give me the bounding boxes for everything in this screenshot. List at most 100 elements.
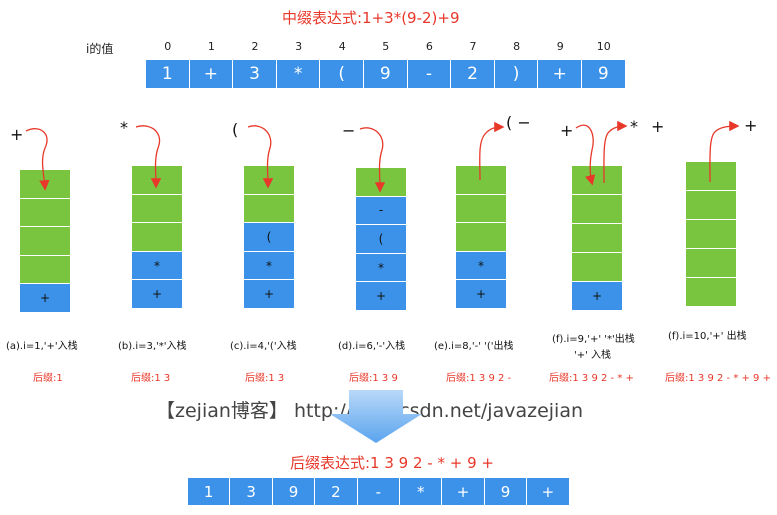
infix-cell: ) [494, 60, 539, 88]
postfix-cell: 3 [230, 478, 273, 505]
index-value: 6 [425, 40, 433, 53]
suffix-result: 后缀:1 3 [245, 373, 285, 384]
index-value: 5 [382, 40, 390, 53]
postfix-cell: * [400, 478, 443, 505]
step-caption: (e).i=8,'-' '('出栈 [434, 341, 514, 352]
operator-stack [686, 162, 736, 307]
stack-slot-empty [686, 191, 736, 220]
postfix-cell: 9 [484, 478, 528, 505]
postfix-cell: - [357, 478, 400, 505]
operator-stack: * + [132, 166, 182, 309]
stack-slot: * [456, 251, 506, 281]
stack-slot: * [132, 251, 182, 281]
postfix-cell: 9 [272, 478, 316, 505]
step-caption: (f).i=9,'+' '*'出栈 [552, 334, 635, 345]
infix-cell: + [538, 60, 582, 88]
infix-cell: ( [320, 60, 364, 88]
index-value: 1 [207, 40, 215, 53]
stack-slot: + [132, 280, 182, 309]
operator-symbol: ( − [506, 113, 531, 132]
stack-slot-empty [686, 278, 736, 307]
step-caption: (a).i=1,'+'入栈 [6, 341, 78, 352]
operator-stack: -(* + [356, 168, 406, 311]
stack-slot: - [356, 196, 406, 226]
stack-slot-empty [244, 166, 294, 195]
stack-slot-empty [132, 223, 182, 252]
stack-slot: + [356, 282, 406, 311]
watermark-text: 【zejian博客】 http://blog.csdn.net/javazeji… [156, 400, 583, 422]
operator-symbol: + [10, 125, 24, 144]
stack-slot-empty [456, 223, 506, 252]
operator-symbol: + [744, 116, 758, 135]
stack-slot: * [356, 253, 406, 283]
suffix-result: 后缀:1 3 9 2 - [446, 373, 512, 384]
index-value: 0 [164, 40, 172, 53]
suffix-result: 后缀:1 3 9 2 - * + 9 + [665, 373, 771, 384]
index-value: 4 [338, 40, 346, 53]
infix-cell: 1 [146, 60, 190, 88]
index-value: 2 [251, 40, 259, 53]
stack-slot-empty [572, 195, 622, 224]
stack-slot-empty [572, 253, 622, 282]
step-caption: (b).i=3,'*'入栈 [118, 341, 187, 352]
postfix-cell: 2 [315, 478, 358, 505]
postfix-cell: + [527, 478, 570, 505]
infix-cell: 9 [364, 60, 408, 88]
stack-slot: ( [244, 223, 294, 252]
operator-stack: + [20, 170, 70, 313]
stack-slot-empty [572, 224, 622, 253]
infix-cell: 2 [451, 60, 495, 88]
stack-slot-empty [572, 166, 622, 195]
infix-cell: * [276, 60, 321, 88]
operator-stack: (* + [244, 166, 294, 309]
operator-stack: + [572, 166, 622, 311]
stack-slot-empty [686, 162, 736, 191]
infix-cell: 3 [233, 60, 277, 88]
stack-slot-empty [132, 194, 182, 224]
stack-slot-empty [20, 170, 70, 199]
suffix-result: 后缀:1 3 [131, 373, 171, 384]
infix-title: 中缀表达式:1+3*(9-2)+9 [282, 9, 460, 27]
stack-slot-empty [20, 198, 70, 228]
index-value: 8 [513, 40, 521, 53]
stack-slot: + [572, 282, 622, 311]
suffix-result: 后缀:1 3 9 [349, 373, 398, 384]
stack-slot: + [244, 280, 294, 309]
stack-slot-empty [686, 249, 736, 278]
stack-slot-empty [456, 194, 506, 224]
operator-symbol: − [342, 121, 356, 140]
infix-cell: - [407, 60, 452, 88]
stack-slot: ( [356, 225, 406, 254]
postfix-title: 后缀表达式:1 3 9 2 - * + 9 + [290, 454, 494, 472]
stack-slot-empty [132, 166, 182, 195]
operator-symbol: ( [232, 120, 239, 139]
stack-slot-empty [20, 227, 70, 256]
step-caption-line2: '+' 入栈 [574, 350, 612, 361]
index-value: 9 [556, 40, 564, 53]
stack-slot-empty [356, 168, 406, 197]
operator-stack: * + [456, 166, 506, 309]
postfix-cell: 1 [188, 478, 231, 505]
operator-symbol: * [120, 118, 128, 137]
index-value: 3 [295, 40, 303, 53]
operator-symbol: + [560, 121, 574, 140]
suffix-result: 后缀:1 3 9 2 - * + [549, 373, 634, 384]
stack-slot: + [20, 284, 70, 313]
stack-slot-empty [20, 255, 70, 285]
stack-slot-empty [686, 220, 736, 249]
stack-slot: * [244, 251, 294, 281]
step-caption: (f).i=10,'+' 出栈 [668, 331, 747, 342]
operator-symbol: + [651, 117, 665, 136]
index-label: i的值 [86, 42, 114, 56]
infix-cell: + [189, 60, 234, 88]
postfix-cell: + [442, 478, 485, 505]
step-caption: (d).i=6,'-'入栈 [338, 341, 406, 352]
stack-slot: + [456, 280, 506, 309]
stack-slot-empty [244, 194, 294, 224]
operator-symbol: * [630, 117, 638, 136]
step-caption: (c).i=4,'('入栈 [230, 341, 297, 352]
index-value: 7 [469, 40, 477, 53]
index-value: 10 [596, 40, 611, 53]
infix-cell: 9 [582, 60, 626, 88]
stack-slot-empty [456, 166, 506, 195]
